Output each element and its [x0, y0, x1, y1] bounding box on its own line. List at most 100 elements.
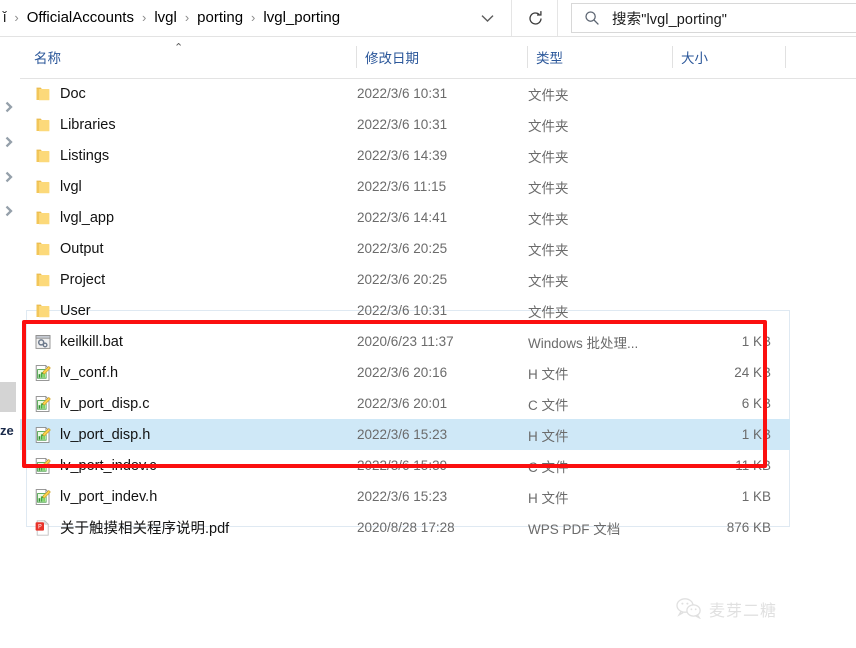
navigation-pane[interactable]: ze — [0, 37, 21, 648]
column-header-type[interactable]: 类型 — [536, 37, 673, 77]
chevron-right-icon[interactable] — [3, 205, 15, 217]
folder-icon — [34, 147, 52, 165]
watermark: 麦芽二糖 — [676, 592, 836, 626]
file-name-cell[interactable]: Doc — [34, 78, 354, 109]
file-name-label: lv_conf.h — [60, 364, 119, 381]
table-row[interactable]: Listings 2022/3/6 14:39 文件夹 — [20, 140, 790, 171]
file-name-cell[interactable]: lv_port_indev.c — [34, 450, 354, 481]
chevron-right-icon[interactable] — [3, 136, 15, 148]
column-divider[interactable] — [785, 46, 786, 68]
file-name-cell[interactable]: Project — [34, 264, 354, 295]
table-row[interactable]: lv_port_indev.h 2022/3/6 15:23 H 文件 1 KB — [20, 481, 790, 512]
file-name-cell[interactable]: lvgl — [34, 171, 354, 202]
table-row[interactable]: User 2022/3/6 10:31 文件夹 — [20, 295, 790, 326]
file-size-cell: 24 KB — [734, 365, 771, 380]
table-row[interactable]: lv_port_disp.h 2022/3/6 15:23 H 文件 1 KB — [20, 419, 790, 450]
file-name-cell[interactable]: Libraries — [34, 109, 354, 140]
table-row[interactable]: lvgl 2022/3/6 11:15 文件夹 — [20, 171, 790, 202]
file-type-cell: H 文件 — [528, 490, 569, 506]
chevron-right-icon[interactable] — [3, 171, 15, 183]
file-name-cell[interactable]: lv_port_disp.h — [34, 419, 354, 450]
sort-ascending-icon: ⌃ — [174, 42, 184, 54]
file-name-cell[interactable]: lvgl_app — [34, 202, 354, 233]
file-name-cell[interactable]: lv_port_indev.h — [34, 481, 354, 512]
file-name-label: lv_port_disp.h — [60, 426, 151, 443]
svg-text:P: P — [38, 522, 42, 530]
table-row[interactable]: Output 2022/3/6 20:25 文件夹 — [20, 233, 790, 264]
file-date-cell: 2022/3/6 20:25 — [357, 241, 448, 256]
file-type-cell: 文件夹 — [528, 304, 569, 320]
breadcrumb-separator-0: › — [14, 10, 19, 25]
keil-source-icon — [34, 395, 52, 413]
column-divider[interactable] — [356, 46, 357, 68]
breadcrumb-clipped-root[interactable]: ǐ — [0, 6, 11, 30]
table-row[interactable]: Doc 2022/3/6 10:31 文件夹 — [20, 78, 790, 109]
file-size-cell: 11 KB — [735, 458, 771, 473]
search-input[interactable]: 搜索"lvgl_porting" — [571, 3, 856, 33]
table-row[interactable]: keilkill.bat 2020/6/23 11:37 Windows 批处理..… — [20, 326, 790, 357]
column-divider[interactable] — [527, 46, 528, 68]
file-size-cell — [673, 264, 771, 295]
file-name-cell[interactable]: keilkill.bat — [34, 326, 354, 357]
nav-clipped-label: ze — [0, 423, 14, 438]
table-row[interactable]: P 关于触摸相关程序说明.pdf 2020/8/28 17:28 WPS PDF 文档… — [20, 512, 790, 543]
file-date-cell: 2022/3/6 20:16 — [357, 365, 448, 380]
breadcrumb-item-porting[interactable]: porting — [192, 6, 248, 30]
file-size-cell — [673, 140, 771, 171]
file-type-cell: Windows 批处理... — [528, 335, 639, 351]
chevron-down-icon[interactable] — [469, 0, 505, 36]
file-type-cell: C 文件 — [528, 459, 569, 475]
keil-source-icon — [34, 488, 52, 506]
breadcrumb[interactable]: ǐ › OfficialAccounts › lvgl › porting › … — [0, 0, 512, 36]
column-divider[interactable] — [672, 46, 673, 68]
keil-source-icon — [34, 426, 52, 444]
column-header-date[interactable]: 修改日期 — [365, 37, 528, 77]
column-header-name[interactable]: 名称 — [34, 37, 357, 77]
file-name-label: keilkill.bat — [60, 333, 123, 350]
breadcrumb-item-lvgl[interactable]: lvgl — [149, 6, 182, 30]
file-size-cell — [673, 233, 771, 264]
column-header-size[interactable]: 大小 — [681, 37, 786, 77]
file-name-label: User — [60, 302, 91, 319]
file-type-cell: 文件夹 — [528, 211, 569, 227]
address-bar: ǐ › OfficialAccounts › lvgl › porting › … — [0, 0, 856, 37]
table-row[interactable]: Libraries 2022/3/6 10:31 文件夹 — [20, 109, 790, 140]
file-name-cell[interactable]: lv_conf.h — [34, 357, 354, 388]
folder-icon — [34, 240, 52, 258]
file-name-cell[interactable]: Output — [34, 233, 354, 264]
nav-scroll-thumb[interactable] — [0, 382, 16, 412]
keil-source-icon — [34, 457, 52, 475]
column-header-row: 名称 ⌃ 修改日期 类型 大小 — [20, 37, 856, 79]
search-input-value[interactable]: 搜索"lvgl_porting" — [612, 8, 727, 29]
table-row[interactable]: Project 2022/3/6 20:25 文件夹 — [20, 264, 790, 295]
file-name-cell[interactable]: Listings — [34, 140, 354, 171]
breadcrumb-item-lvgl-porting[interactable]: lvgl_porting — [258, 6, 345, 30]
file-name-cell[interactable]: User — [34, 295, 354, 326]
file-name-cell[interactable]: lv_port_disp.c — [34, 388, 354, 419]
file-name-label: Doc — [60, 85, 86, 102]
file-type-cell: C 文件 — [528, 397, 569, 413]
table-row[interactable]: lv_conf.h 2022/3/6 20:16 H 文件 24 KB — [20, 357, 790, 388]
file-list-rows: Doc 2022/3/6 10:31 文件夹 Libraries 2022/3/6 10… — [20, 78, 856, 543]
search-icon — [572, 10, 612, 26]
file-type-cell: 文件夹 — [528, 180, 569, 196]
file-name-label: Listings — [60, 147, 110, 164]
file-date-cell: 2022/3/6 10:31 — [357, 86, 448, 101]
file-size-cell: 1 KB — [741, 489, 771, 504]
refresh-icon[interactable] — [513, 0, 558, 36]
file-type-cell: 文件夹 — [528, 118, 569, 134]
file-name-label: Project — [60, 271, 106, 288]
table-row[interactable]: lvgl_app 2022/3/6 14:41 文件夹 — [20, 202, 790, 233]
table-row[interactable]: lv_port_disp.c 2022/3/6 20:01 C 文件 6 KB — [20, 388, 790, 419]
breadcrumb-item-officialaccounts[interactable]: OfficialAccounts — [22, 6, 139, 30]
chevron-right-icon[interactable] — [3, 101, 15, 113]
file-date-cell: 2022/3/6 20:25 — [357, 272, 448, 287]
file-name-label: lv_port_disp.c — [60, 395, 150, 412]
file-type-cell: H 文件 — [528, 366, 569, 382]
file-name-cell[interactable]: P 关于触摸相关程序说明.pdf — [34, 512, 354, 543]
file-date-cell: 2022/3/6 15:23 — [357, 427, 448, 442]
bat-file-icon — [34, 333, 52, 351]
file-name-label: 关于触摸相关程序说明.pdf — [60, 521, 230, 537]
file-name-label: lv_port_indev.h — [60, 488, 158, 505]
table-row[interactable]: lv_port_indev.c 2022/3/6 15:39 C 文件 11 KB — [20, 450, 790, 481]
